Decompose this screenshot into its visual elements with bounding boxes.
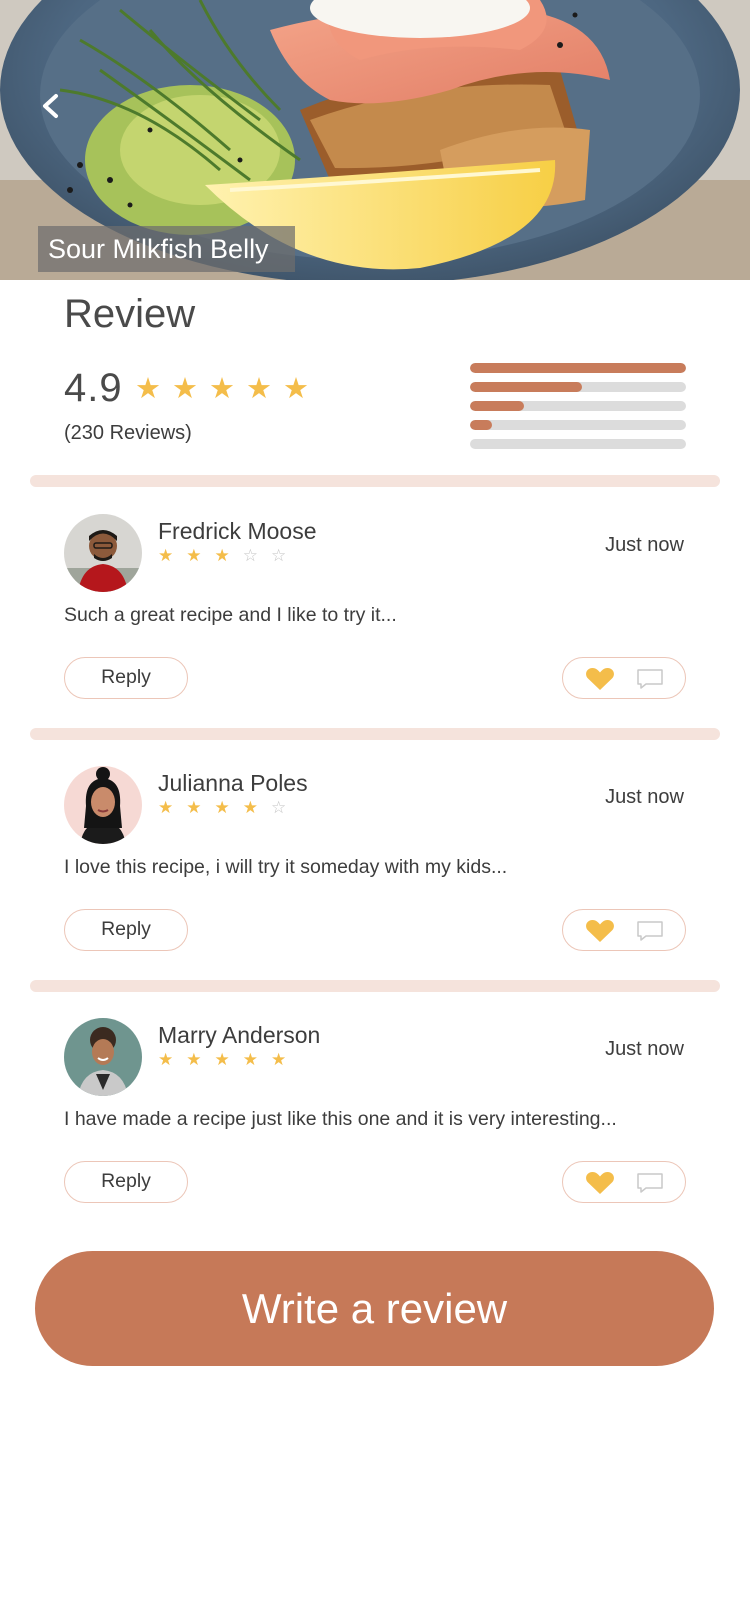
reviewer-rating: ★ ★ ★ ☆ ☆: [158, 546, 286, 566]
review-actions: [562, 909, 686, 951]
star-filled-icon: ★: [186, 1050, 202, 1069]
star-filled-icon: ★: [242, 1050, 258, 1069]
reviewer-rating: ★ ★ ★ ★ ☆: [158, 798, 286, 818]
review-card: Marry Anderson ★ ★ ★ ★ ★ Just now I have mad…: [0, 1018, 750, 1248]
rating-bar-fill: [470, 382, 583, 392]
avatar: [64, 766, 142, 844]
review-actions: [562, 657, 686, 699]
reviewer-name: Fredrick Moose: [158, 518, 317, 544]
rating-bar-fill: [470, 401, 524, 411]
star-icon: ★: [246, 373, 272, 405]
review-comment: I have made a recipe just like this one …: [64, 1108, 617, 1130]
avatar: [64, 514, 142, 592]
rating-bar-fill: [470, 363, 686, 373]
star-filled-icon: ★: [214, 1050, 230, 1069]
review-actions: [562, 1161, 686, 1203]
rating-bar: [470, 401, 686, 411]
page-title: Review: [64, 292, 196, 336]
rating-bar: [470, 420, 686, 430]
rating-bar-fill: [470, 420, 492, 430]
reviewer-name: Marry Anderson: [158, 1022, 321, 1048]
reviewer-rating: ★ ★ ★ ★ ★: [158, 1050, 286, 1070]
star-empty-icon: ☆: [242, 546, 258, 565]
comment-icon[interactable]: [636, 1172, 664, 1194]
star-filled-icon: ★: [186, 546, 202, 565]
heart-icon[interactable]: [585, 919, 615, 943]
review-comment: Such a great recipe and I like to try it…: [64, 604, 397, 626]
rating-bar: [470, 382, 686, 392]
star-filled-icon: ★: [242, 798, 258, 817]
review-card: Julianna Poles ★ ★ ★ ★ ☆ Just now I love thi…: [0, 766, 750, 996]
star-icon: ★: [283, 373, 309, 405]
star-filled-icon: ★: [186, 798, 202, 817]
star-icon: ★: [135, 373, 161, 405]
rating-bar: [470, 363, 686, 373]
reviewer-name: Julianna Poles: [158, 770, 308, 796]
review-time: Just now: [605, 786, 684, 808]
reviews-count: (230 Reviews): [64, 422, 192, 444]
review-card: Fredrick Moose ★ ★ ★ ☆ ☆ Just now Such a gre…: [0, 514, 750, 744]
avatar-image: [64, 514, 142, 592]
rating-distribution: [470, 363, 686, 458]
star-empty-icon: ☆: [271, 798, 287, 817]
star-filled-icon: ★: [158, 546, 174, 565]
star-icon: ★: [209, 373, 235, 405]
avatar-image: [64, 766, 142, 844]
reply-button[interactable]: Reply: [64, 1161, 188, 1203]
write-review-button[interactable]: Write a review: [35, 1251, 714, 1366]
hero-image: Sour Milkfish Belly: [0, 0, 750, 280]
heart-icon[interactable]: [585, 667, 615, 691]
avatar: [64, 1018, 142, 1096]
comment-icon[interactable]: [636, 920, 664, 942]
chevron-left-icon: [43, 94, 58, 118]
star-filled-icon: ★: [158, 1050, 174, 1069]
heart-icon[interactable]: [585, 1171, 615, 1195]
average-rating: 4.9: [64, 366, 123, 410]
divider: [30, 475, 720, 487]
recipe-title: Sour Milkfish Belly: [38, 226, 295, 272]
back-button[interactable]: [30, 84, 74, 128]
rating-bar: [470, 439, 686, 449]
average-rating-stars: ★ ★ ★ ★ ★: [135, 372, 309, 406]
star-icon: ★: [172, 373, 198, 405]
star-filled-icon: ★: [271, 1050, 287, 1069]
reply-button[interactable]: Reply: [64, 909, 188, 951]
review-time: Just now: [605, 534, 684, 556]
star-filled-icon: ★: [158, 798, 174, 817]
star-empty-icon: ☆: [271, 546, 287, 565]
comment-icon[interactable]: [636, 668, 664, 690]
review-comment: I love this recipe, i will try it someda…: [64, 856, 508, 878]
star-filled-icon: ★: [214, 798, 230, 817]
avatar-image: [64, 1018, 142, 1096]
review-time: Just now: [605, 1038, 684, 1060]
star-filled-icon: ★: [214, 546, 230, 565]
reply-button[interactable]: Reply: [64, 657, 188, 699]
